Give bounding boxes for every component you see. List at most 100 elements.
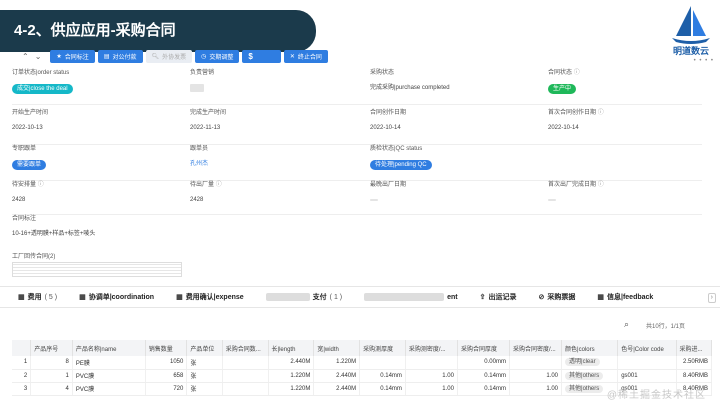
color-pill: 其他|others — [565, 371, 604, 380]
column-header[interactable]: 销售数量 — [145, 340, 188, 356]
search-icon[interactable]: ⌕ — [624, 319, 629, 330]
field-sales-owner: 负责营销 — [190, 68, 360, 96]
payment-button[interactable]: $ — [242, 49, 281, 63]
watermark: @稀土掘金技术社区 — [606, 390, 706, 401]
document-icon: ▦ — [176, 294, 183, 301]
table-cell: 3 — [12, 382, 32, 396]
table-cell — [405, 356, 458, 370]
info-icon[interactable]: ⓘ — [598, 182, 604, 188]
toolbar: ⌃ ⌄ ★ 合同标注 ▤ 对公付款 🔍︎ 外协发票 ◷ 交期调整 $ ✕ 终止合… — [22, 49, 328, 63]
column-header[interactable]: 采购测密度/... — [405, 340, 458, 356]
table-cell: 1 — [30, 369, 73, 383]
public-payment-button[interactable]: ▤ 对公付款 — [97, 49, 143, 63]
table-cell: 658 — [145, 369, 188, 383]
tab-purchase-invoices[interactable]: ⊘ 采购票据 — [539, 292, 576, 302]
field-production-end: 完成生产时间 2022-11-13 — [190, 110, 227, 131]
blurred-label — [265, 293, 310, 301]
form-row: 订单状态|order status 成交|close the deal 负责营销… — [12, 68, 712, 102]
table-toolbar: ⌕ 共10行，1/1页 — [0, 316, 720, 334]
tab-blurred[interactable]: ent — [364, 293, 458, 301]
table-cell: 1.00 — [405, 369, 458, 383]
sailboat-icon — [672, 6, 710, 44]
table-cell: 8 — [30, 356, 73, 370]
table-cell: 1050 — [145, 356, 188, 370]
field-production-start: 开始生产时间 2022-10-13 — [12, 110, 49, 131]
table-cell: 0.14mm — [457, 369, 510, 383]
related-tabs: ▦ 费用 ( 5 ) ▦ 协调单|coordination ▦ 费用确认|exp… — [0, 286, 720, 308]
tab-feedback[interactable]: ▦ 信息|feedback — [597, 292, 653, 302]
info-icon[interactable]: ⓘ — [38, 182, 44, 188]
table-row[interactable]: 2 1 PVC膜 658 张 1.220M 2.440M 0.14mm 1.00 0.14mm 1.… — [12, 369, 712, 383]
table-cell — [222, 369, 269, 383]
table-cell — [509, 356, 563, 370]
column-header[interactable]: 宽|width — [313, 340, 361, 356]
empty-value — [370, 199, 378, 201]
column-header[interactable]: 长|length — [268, 340, 315, 356]
blurred-value — [190, 84, 204, 92]
table-cell — [359, 356, 406, 370]
table-cell: 1.00 — [509, 369, 563, 383]
column-header[interactable]: 采购测厚度 — [359, 340, 406, 356]
form-row: 开始生产时间 2022-10-13 完成生产时间 2022-11-13 合同创作… — [12, 108, 712, 142]
table-cell: 张 — [186, 356, 223, 370]
table-cell: 0.14mm — [457, 382, 510, 396]
document-icon: ▦ — [18, 294, 25, 301]
share-icon: ⇪ — [479, 294, 486, 301]
table-cell: PE膜 — [72, 356, 146, 370]
tab-shipping-records[interactable]: ⇪ 出运记录 — [480, 292, 517, 302]
table-cell: 0.14mm — [359, 369, 406, 383]
column-header[interactable]: 采购合同数... — [222, 340, 269, 356]
brand-name: 明道数云 — [672, 46, 709, 56]
tab-expense[interactable]: ▦ 费用确认|expense — [176, 292, 244, 302]
table-cell: 2.440M — [313, 382, 361, 396]
attachment-preview[interactable] — [12, 262, 182, 277]
attachment-label: 工厂回传合同(2) — [12, 254, 56, 260]
follower-link[interactable]: 孔州杰 — [190, 161, 208, 167]
table-row[interactable]: 1 8 PE膜 1050 张 2.440M 1.220M 0.00mm 透明|clear 2.50… — [12, 356, 712, 370]
table-cell: 1.220M — [313, 356, 361, 370]
column-header[interactable] — [12, 340, 32, 356]
mark-contract-button[interactable]: ★ 合同标注 — [50, 49, 95, 63]
table-cell: 0.14mm — [359, 382, 406, 396]
column-header[interactable]: 采购合同厚度 — [457, 340, 510, 356]
field-dedicated-follow: 专职跟单 需要跟单 — [12, 144, 182, 170]
table-cell: 1.00 — [509, 382, 563, 396]
terminate-contract-button[interactable]: ✕ 终止合同 — [283, 49, 328, 63]
column-header[interactable]: 颜色|colors — [561, 340, 619, 356]
column-header[interactable]: 产品序号 — [30, 340, 73, 356]
info-icon[interactable]: ⓘ — [598, 110, 604, 116]
column-header[interactable]: 色号|Color code — [617, 340, 677, 356]
column-header[interactable]: 产品名称|name — [72, 340, 146, 356]
record-nav: ⌃ ⌄ — [22, 52, 41, 61]
chevron-down-icon[interactable]: ⌄ — [35, 52, 42, 61]
document-icon: ▦ — [597, 294, 604, 301]
tab-fees[interactable]: ▦ 费用 ( 5 ) — [18, 292, 57, 302]
table-cell: 720 — [145, 382, 188, 396]
table-cell: PVC膜 — [72, 382, 146, 396]
star-icon: ★ — [56, 53, 62, 60]
tab-payment[interactable]: 支付 ( 1 ) — [265, 292, 342, 302]
search-icon: 🔍︎ — [151, 53, 160, 60]
document-icon: ▦ — [79, 294, 86, 301]
tabs-scroll-right-icon[interactable]: › — [707, 293, 716, 303]
field-qc-status: 质检状态|QC status 待处理|pending QC — [370, 144, 540, 170]
table-cell: 张 — [186, 369, 223, 383]
column-header[interactable]: 采购合同密度/... — [509, 340, 563, 356]
blurred-label — [364, 293, 445, 301]
table-cell: gs001 — [617, 369, 677, 383]
link-icon: ⊘ — [538, 294, 545, 301]
brand-dots: • • • • — [693, 58, 714, 64]
chevron-up-icon[interactable]: ⌃ — [22, 52, 29, 61]
table-cell — [222, 356, 269, 370]
pager: 共10行，1/1页 — [646, 324, 686, 330]
table-cell — [222, 382, 269, 396]
empty-value — [548, 199, 556, 201]
table-header-row: 产品序号 产品名称|name 销售数量 产品单位 采购合同数... 长|length 宽|w… — [12, 340, 712, 356]
column-header[interactable]: 采购进... — [676, 340, 712, 356]
delivery-adjust-button[interactable]: ◷ 交期调整 — [195, 49, 240, 63]
column-header[interactable]: 产品单位 — [186, 340, 223, 356]
info-icon[interactable]: ⓘ — [216, 182, 222, 188]
tab-coordination[interactable]: ▦ 协调单|coordination — [79, 292, 154, 302]
info-icon[interactable]: ⓘ — [574, 70, 580, 76]
invoice-button[interactable]: 🔍︎ 外协发票 — [145, 49, 193, 63]
